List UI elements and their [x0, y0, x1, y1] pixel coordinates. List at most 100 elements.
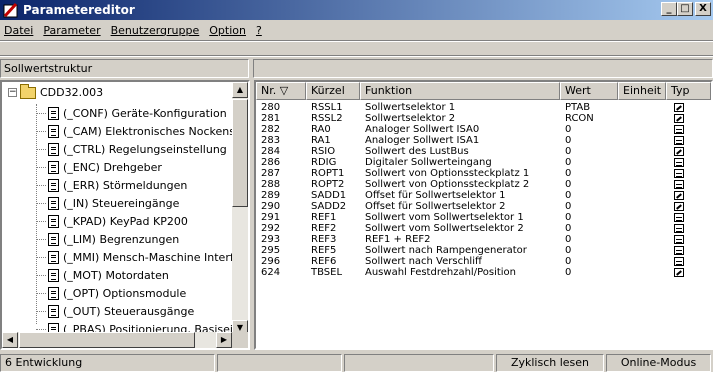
scroll-corner — [232, 332, 248, 348]
column-kuerzel[interactable]: Kürzel — [306, 82, 360, 100]
cell-nr: 292 — [261, 223, 281, 234]
table-row[interactable]: 282 RA0 Analoger Sollwert ISA0 0 — [256, 124, 711, 135]
tree-root[interactable]: − CDD32.003 — [8, 83, 103, 99]
tree-item[interactable]: (_OPT) Optionsmodule — [36, 284, 186, 302]
view-icon — [674, 246, 684, 255]
title-bar: Parametereditor _ □ X — [0, 0, 713, 20]
document-icon — [48, 106, 59, 120]
scroll-thumb-horizontal[interactable] — [19, 332, 195, 348]
cell-einheit — [618, 223, 666, 234]
view-icon — [674, 125, 684, 134]
menu-help[interactable]: ? — [256, 24, 262, 37]
cell-nr: 280 — [261, 102, 281, 113]
menu-parameter[interactable]: Parameter — [43, 24, 100, 37]
tree-vertical-scrollbar[interactable]: ▲ ▼ — [232, 82, 248, 336]
table-row[interactable]: 290 SADD2 Offset für Sollwertselektor 2 0 — [256, 201, 711, 212]
parameter-tree[interactable]: − CDD32.003 (_CONF) Geräte-Konfiguration… — [0, 80, 250, 350]
tree-item[interactable]: (_OUT) Steuerausgänge — [36, 302, 194, 320]
tree-item[interactable]: (_MMI) Mensch-Maschine Interf — [36, 248, 234, 266]
tree-item-label: (_OUT) Steuerausgänge — [63, 304, 195, 318]
table-row[interactable]: 292 REF2 Sollwert vom Sollwertselektor 2 0 — [256, 223, 711, 234]
scroll-right-icon[interactable]: ▶ — [216, 332, 232, 348]
cell-nr: 282 — [261, 124, 281, 135]
column-nr[interactable]: Nr. ▽ — [256, 82, 306, 100]
cell-funktion: Sollwert vom Sollwertselektor 1 — [365, 212, 524, 223]
scroll-thumb[interactable] — [232, 99, 248, 207]
cell-wert: PTAB — [565, 102, 591, 113]
table-row[interactable]: 283 RA1 Analoger Sollwert ISA1 0 — [256, 135, 711, 146]
table-row[interactable]: 291 REF1 Sollwert vom Sollwertselektor 1 0 — [256, 212, 711, 223]
scroll-up-icon[interactable]: ▲ — [232, 82, 248, 98]
menu-datei[interactable]: Datei — [4, 24, 33, 37]
edit-icon — [674, 114, 684, 123]
edit-icon — [674, 268, 684, 277]
column-funktion[interactable]: Funktion — [360, 82, 560, 100]
table-row[interactable]: 288 ROPT2 Sollwert von Optionssteckplatz 2… — [256, 179, 711, 190]
edit-icon — [674, 202, 684, 211]
table-row[interactable]: 284 RSIO Sollwert des LustBus 0 — [256, 146, 711, 157]
tree-horizontal-scrollbar[interactable]: ◀ ▶ — [2, 332, 232, 348]
menu-benutzergruppe[interactable]: Benutzergruppe — [111, 24, 200, 37]
tree-connector — [36, 148, 46, 150]
table-row[interactable]: 287 ROPT1 Sollwert von Optionssteckplatz 1… — [256, 168, 711, 179]
cell-nr: 288 — [261, 179, 281, 190]
tree-item[interactable]: (_LIM) Begrenzungen — [36, 230, 179, 248]
tree-item[interactable]: (_CONF) Geräte-Konfiguration — [36, 104, 227, 122]
cell-nr: 289 — [261, 190, 281, 201]
table-row[interactable]: 280 RSSL1 Sollwertselektor 1 PTAB — [256, 102, 711, 113]
cell-kuerzel: RSSL1 — [311, 102, 343, 113]
document-icon — [48, 250, 59, 264]
tree-item[interactable]: (_ENC) Drehgeber — [36, 158, 162, 176]
parameter-table[interactable]: Nr. ▽ Kürzel Funktion Wert Einheit Typ 2… — [254, 80, 713, 350]
column-typ[interactable]: Typ — [666, 82, 711, 100]
tree-item[interactable]: (_KPAD) KeyPad KP200 — [36, 212, 188, 230]
cell-kuerzel: REF1 — [311, 212, 337, 223]
tree-item-label: (_LIM) Begrenzungen — [63, 232, 180, 246]
tree-item[interactable]: (_ERR) Störmeldungen — [36, 176, 187, 194]
table-row[interactable]: 293 REF3 REF1 + REF2 0 — [256, 234, 711, 245]
cell-kuerzel: REF2 — [311, 223, 337, 234]
scroll-left-icon[interactable]: ◀ — [2, 332, 18, 348]
status-connection: Online-Modus — [606, 354, 711, 372]
path-field — [253, 59, 713, 78]
document-icon — [48, 286, 59, 300]
cell-wert: RCON — [565, 113, 594, 124]
table-row[interactable]: 281 RSSL2 Sollwertselektor 2 RCON — [256, 113, 711, 124]
table-row[interactable]: 289 SADD1 Offset für Sollwertselektor 1 0 — [256, 190, 711, 201]
tree-item-label: (_ERR) Störmeldungen — [63, 178, 188, 192]
cell-typ — [666, 245, 711, 256]
cell-funktion: Sollwert von Optionssteckplatz 1 — [365, 168, 530, 179]
document-icon — [48, 142, 59, 156]
cell-kuerzel: RSSL2 — [311, 113, 343, 124]
minimize-button[interactable]: _ — [661, 2, 677, 16]
cell-nr: 284 — [261, 146, 281, 157]
close-button[interactable]: X — [695, 2, 711, 16]
cell-wert: 0 — [565, 179, 572, 190]
tree-connector — [36, 274, 46, 276]
menu-option[interactable]: Option — [209, 24, 246, 37]
cell-einheit — [618, 267, 666, 278]
tree-connector — [36, 166, 46, 168]
cell-typ — [666, 168, 711, 179]
cell-kuerzel: REF5 — [311, 245, 337, 256]
tree-item[interactable]: (_CTRL) Regelungseinstellung — [36, 140, 227, 158]
table-row[interactable]: 286 RDIG Digitaler Sollwerteingang 0 — [256, 157, 711, 168]
tree-item[interactable]: (_MOT) Motordaten — [36, 266, 169, 284]
table-row[interactable]: 624 TBSEL Auswahl Festdrehzahl/Position 0 — [256, 267, 711, 278]
table-row[interactable]: 296 REF6 Sollwert nach Verschliff 0 — [256, 256, 711, 267]
tree-item-label: (_CONF) Geräte-Konfiguration — [63, 106, 227, 120]
cell-kuerzel: RSIO — [311, 146, 336, 157]
tree-item-label: (_IN) Steuereingänge — [63, 196, 180, 210]
tree-item[interactable]: (_IN) Steuereingänge — [36, 194, 179, 212]
cell-funktion: Digitaler Sollwerteingang — [365, 157, 492, 168]
collapse-icon[interactable]: − — [8, 88, 17, 97]
cell-kuerzel: REF3 — [311, 234, 337, 245]
table-row[interactable]: 295 REF5 Sollwert nach Rampengenerator 0 — [256, 245, 711, 256]
column-einheit[interactable]: Einheit — [618, 82, 666, 100]
tree-item[interactable]: (_CAM) Elektronisches Nockens — [36, 122, 235, 140]
document-icon — [48, 196, 59, 210]
maximize-button[interactable]: □ — [677, 2, 693, 16]
cell-wert: 0 — [565, 124, 572, 135]
tree-item-label: (_CTRL) Regelungseinstellung — [63, 142, 227, 156]
column-wert[interactable]: Wert — [560, 82, 618, 100]
